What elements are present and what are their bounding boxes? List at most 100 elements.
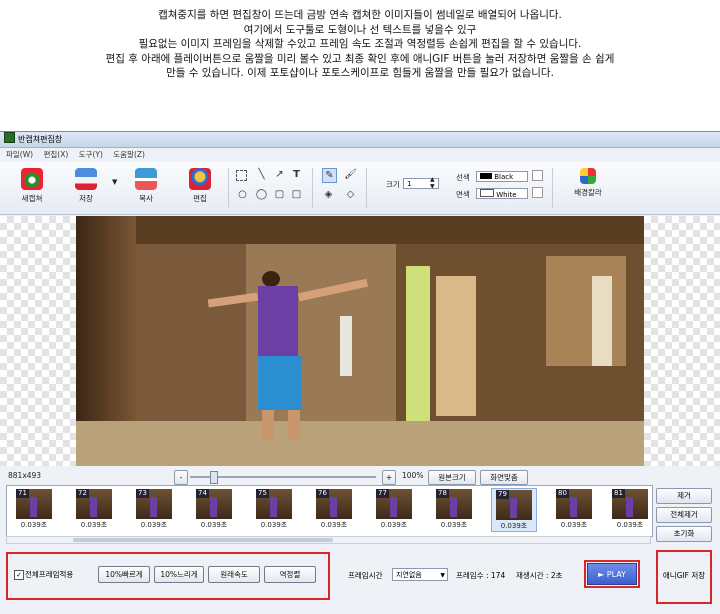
frame-number: 81 [612, 489, 625, 498]
frame-delay: 0.039초 [560, 521, 588, 529]
save-dropdown-icon[interactable]: ▼ [112, 178, 117, 186]
thumbnail-frame[interactable]: 80 0.039초 [551, 488, 597, 532]
line-icon[interactable]: ╲ [255, 168, 268, 181]
remove-all-button[interactable]: 전체제거 [656, 507, 712, 523]
thumbnail-frame[interactable]: 77 0.039초 [371, 488, 417, 532]
menu-help[interactable]: 도움말(Z) [113, 150, 145, 159]
frame-delay: 0.039초 [380, 521, 408, 529]
frame-number: 77 [376, 489, 389, 498]
frame-number: 76 [316, 489, 329, 498]
play-button[interactable]: ► PLAY [587, 563, 637, 585]
save-button[interactable]: 저장 [64, 168, 108, 204]
frame-number: 73 [136, 489, 149, 498]
zoom-in-button[interactable]: + [382, 470, 396, 485]
thumbnail-image: 77 [376, 489, 412, 519]
image-canvas[interactable] [0, 216, 720, 466]
arrow-icon[interactable]: ↗ [273, 168, 286, 181]
slower-button[interactable]: 10%느리게 [154, 566, 204, 583]
caption-line: 캡쳐중지를 하면 편집창이 뜨는데 금방 연속 캡쳐한 이미지들이 썸네일로 배… [158, 9, 562, 21]
thumbnail-frame[interactable]: 71 0.039초 [11, 488, 57, 532]
thumbnail-image: 79 [496, 490, 532, 520]
editor-window: 반캡쳐편집창 파일(W) 편집(X) 도구(Y) 도움말(Z) 새캡쳐 저장 ▼… [0, 131, 720, 614]
menu-edit[interactable]: 편집(X) [43, 150, 68, 159]
frame-number: 75 [256, 489, 269, 498]
fill-icon[interactable]: ◈ [322, 188, 335, 201]
frame-time-value: 지연없음 [396, 571, 422, 579]
reverse-button[interactable]: 역정렬 [264, 566, 316, 583]
fill-color-select[interactable]: White [476, 188, 528, 199]
thumbnail-image: 80 [556, 489, 592, 519]
scrollbar-thumb[interactable] [73, 538, 333, 542]
fill-color-label: 면색 [456, 190, 470, 199]
black-swatch [480, 173, 492, 179]
bg-color-label: 배경칼라 [574, 188, 602, 197]
thumbnail-image: 71 [16, 489, 52, 519]
caption-line: 만들 수 있습니다. 이제 포토샵이나 포토스케이프로 힘들게 움짤을 만들 필… [166, 67, 554, 79]
select-rect-icon[interactable] [236, 170, 247, 181]
toolbar: 새캡쳐 저장 ▼ 복사 편집 ╲ ↗ T ○ ◯ ▢ □ ✎ 🖌 ◈ ◇ 크기 … [0, 162, 720, 215]
ellipse-outline-icon[interactable]: ○ [236, 188, 249, 201]
thumbnail-frame[interactable]: 81 0.039초 [611, 488, 649, 532]
copy-button[interactable]: 복사 [124, 168, 168, 204]
thumbnail-frame[interactable]: 73 0.039초 [131, 488, 177, 532]
fill-color-checkbox[interactable] [532, 187, 543, 198]
white-swatch [480, 189, 494, 197]
thumbnail-frame[interactable]: 74 0.039초 [191, 488, 237, 532]
save-gif-button[interactable]: 애니GIF 저장 [660, 564, 708, 588]
palette-icon [580, 168, 596, 184]
reset-button[interactable]: 초기화 [656, 526, 712, 542]
thumbnail-frame[interactable]: 76 0.039초 [311, 488, 357, 532]
line-color-select[interactable]: Black [476, 171, 528, 182]
thumbnail-image: 74 [196, 489, 232, 519]
thumbnail-frame[interactable]: 78 0.039초 [431, 488, 477, 532]
edit-icon [189, 168, 211, 190]
apply-all-checkbox[interactable]: ✓ [14, 570, 24, 580]
original-speed-button[interactable]: 원래속도 [208, 566, 260, 583]
frame-preview-image [76, 216, 644, 466]
play-time: 재생시간 : 2초 [516, 571, 563, 580]
frame-count: 프레임수 : 174 [456, 571, 506, 580]
caption-line: 여기에서 도구툴로 도형이나 선 텍스트를 넣을수 있구 [243, 23, 477, 36]
rect-icon[interactable]: □ [290, 188, 303, 201]
eraser-icon[interactable]: ◇ [344, 188, 357, 201]
zoom-slider-thumb[interactable] [210, 471, 218, 484]
rounded-rect-icon[interactable]: ▢ [273, 188, 286, 201]
line-color-checkbox[interactable] [532, 170, 543, 181]
thumbnail-image: 76 [316, 489, 352, 519]
brush-icon[interactable]: 🖌 [344, 168, 357, 181]
frame-number: 80 [556, 489, 569, 498]
menu-tools[interactable]: 도구(Y) [79, 150, 103, 159]
dropdown-arrow-icon: ▼ [440, 572, 445, 579]
app-icon [4, 132, 15, 143]
remove-frame-button[interactable]: 제거 [656, 488, 712, 504]
menu-file[interactable]: 파일(W) [6, 150, 33, 159]
zoom-out-button[interactable]: - [174, 470, 188, 485]
frame-delay: 0.039초 [616, 521, 644, 529]
new-capture-button[interactable]: 새캡쳐 [10, 168, 54, 204]
thumbnail-scrollbar[interactable] [6, 536, 651, 544]
text-icon[interactable]: T [290, 168, 303, 181]
thumbnail-frame[interactable]: 72 0.039초 [71, 488, 117, 532]
fit-screen-button[interactable]: 화면맞춤 [480, 470, 528, 485]
size-label: 크기 [386, 180, 400, 189]
thumbnail-image: 81 [612, 489, 648, 519]
toolbar-divider [228, 168, 229, 208]
line-color-value: Black [494, 173, 514, 181]
size-spinner-icon[interactable]: ▲ ▼ [430, 176, 435, 190]
pen-icon[interactable]: ✎ [322, 168, 337, 183]
frame-time-label: 프레임시간 [348, 571, 383, 580]
circle-icon[interactable]: ◯ [255, 188, 268, 201]
frame-delay: 0.039초 [260, 521, 288, 529]
frame-delay: 0.039초 [500, 522, 528, 530]
camera-icon [21, 168, 43, 190]
faster-button[interactable]: 10%빠르게 [98, 566, 150, 583]
bg-color-button[interactable]: 배경칼라 [566, 168, 610, 198]
thumbnail-frame[interactable]: 75 0.039초 [251, 488, 297, 532]
original-size-button[interactable]: 원본크기 [428, 470, 476, 485]
zoom-level: 100% [402, 471, 424, 480]
edit-button[interactable]: 편집 [178, 168, 222, 204]
frame-time-select[interactable]: 지연없음 ▼ [392, 568, 448, 581]
zoom-status-bar: 881x493 - + 100% 원본크기 화면맞춤 [0, 467, 720, 486]
thumbnail-image: 78 [436, 489, 472, 519]
thumbnail-frame-selected[interactable]: 79 0.039초 [491, 488, 537, 532]
